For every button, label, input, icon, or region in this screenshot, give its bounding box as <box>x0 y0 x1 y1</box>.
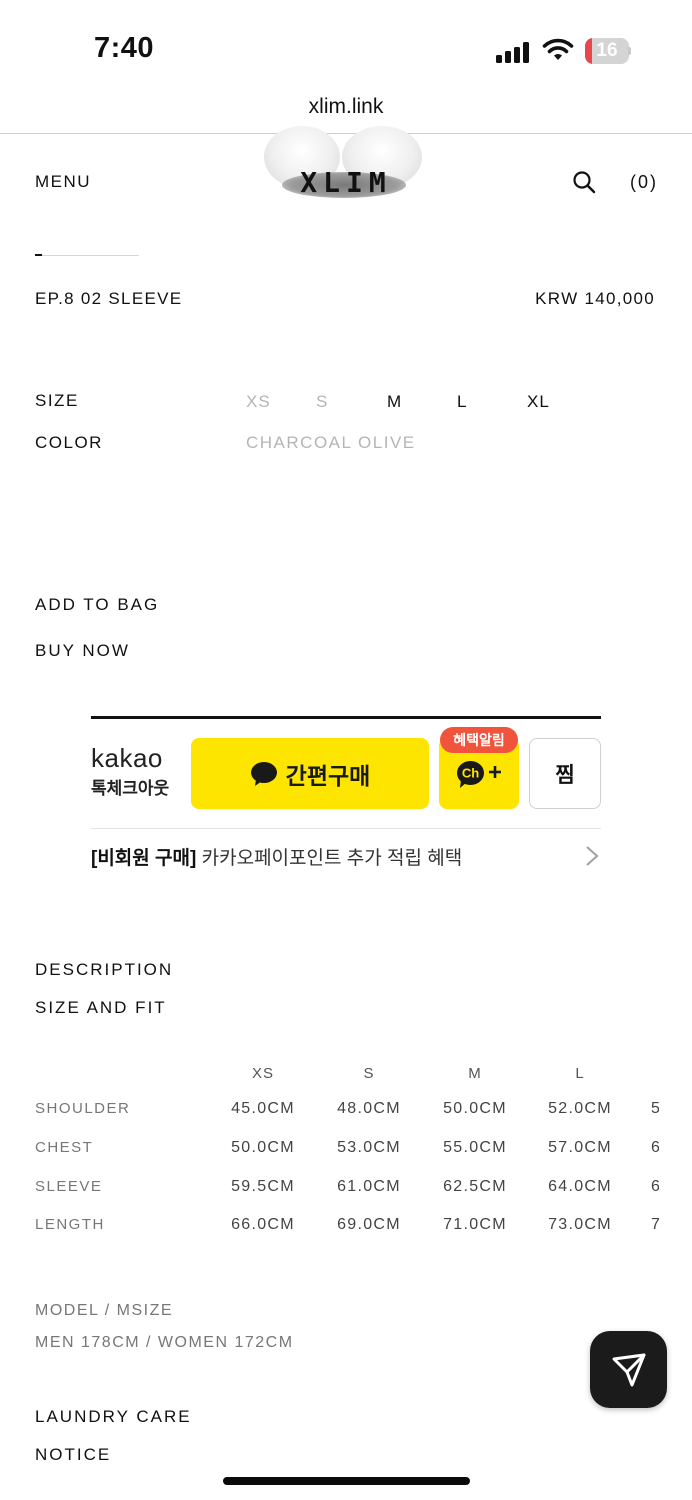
size-option-l[interactable]: L <box>457 392 467 412</box>
product-price: KRW 140,000 <box>535 289 655 308</box>
image-progress-indicator <box>35 254 42 256</box>
cart-count[interactable]: (0) <box>630 172 658 193</box>
add-to-bag-button[interactable]: ADD TO BAG <box>35 595 159 615</box>
kakao-promo-text: 카카오페이포인트 추가 적립 혜택 <box>196 848 463 869</box>
color-option[interactable]: CHARCOAL OLIVE <box>246 433 416 453</box>
table-row-label-chest: CHEST <box>35 1139 94 1156</box>
size-option-xl[interactable]: XL <box>527 392 550 412</box>
kakao-pay-label: 간편구매 <box>285 762 371 789</box>
kakao-divider-top <box>91 716 601 719</box>
image-progress-track <box>35 255 139 256</box>
table-cell-clipped: 6 <box>651 1139 659 1156</box>
table-cell: 64.0CM <box>548 1178 612 1195</box>
table-cell: 50.0CM <box>443 1100 507 1117</box>
cellular-signal-icon <box>496 41 532 63</box>
address-bar-divider <box>0 133 692 134</box>
table-cell: 66.0CM <box>231 1216 295 1233</box>
notice-toggle[interactable]: NOTICE <box>35 1445 111 1465</box>
kakao-checkout-label: 톡체크아웃 <box>91 779 170 798</box>
talk-bubble-icon <box>250 761 277 786</box>
floating-send-button[interactable] <box>590 1331 667 1408</box>
size-option-xs[interactable]: XS <box>246 392 271 412</box>
table-column-header: L <box>575 1065 585 1082</box>
kakao-promo-bold: [비회원 구매] <box>91 848 197 869</box>
table-cell: 55.0CM <box>443 1139 507 1156</box>
table-column-header: S <box>363 1065 375 1082</box>
chevron-right-icon[interactable] <box>585 845 599 867</box>
table-row-label-length: LENGTH <box>35 1216 105 1233</box>
table-cell: 45.0CM <box>231 1100 295 1117</box>
kakao-pay-button[interactable]: 간편구매 <box>191 738 429 809</box>
table-column-header: M <box>468 1065 482 1082</box>
size-option-m[interactable]: M <box>387 392 402 412</box>
table-cell: 57.0CM <box>548 1139 612 1156</box>
table-cell-clipped: 5 <box>651 1100 659 1117</box>
size-option-s[interactable]: S <box>316 392 328 412</box>
table-cell: 53.0CM <box>337 1139 401 1156</box>
wifi-icon <box>542 38 574 60</box>
benefit-alert-badge: 혜택알림 <box>440 727 518 753</box>
product-name: EP.8 02 SLEEVE <box>35 289 183 308</box>
buy-now-button[interactable]: BUY NOW <box>35 641 130 661</box>
model-size-label: MODEL / MSIZE <box>35 1302 174 1319</box>
kakao-checkout-logo: kakao 톡체크아웃 <box>91 744 169 799</box>
channel-plus-icon: Ch <box>457 761 501 788</box>
table-cell: 61.0CM <box>337 1178 401 1195</box>
table-cell: 73.0CM <box>548 1216 612 1233</box>
table-cell: 52.0CM <box>548 1100 612 1117</box>
kakao-divider <box>91 828 601 829</box>
size-and-fit-toggle[interactable]: SIZE AND FIT <box>35 998 167 1018</box>
table-cell-clipped: 7 <box>651 1216 659 1233</box>
table-column-header: XS <box>251 1065 274 1082</box>
home-indicator[interactable] <box>223 1477 470 1485</box>
table-cell: 62.5CM <box>443 1178 507 1195</box>
description-toggle[interactable]: DESCRIPTION <box>35 960 173 980</box>
table-cell-clipped: 6 <box>651 1178 659 1195</box>
kakao-brand: kakao <box>91 743 163 773</box>
size-label: SIZE <box>35 391 79 410</box>
laundry-care-toggle[interactable]: LAUNDRY CARE <box>35 1407 192 1427</box>
battery-level: 16 <box>596 40 618 61</box>
table-cell: 69.0CM <box>337 1216 401 1233</box>
kakao-zzim-button[interactable]: 찜 <box>529 738 601 809</box>
kakao-promo-link[interactable]: [비회원 구매] 카카오페이포인트 추가 적립 혜택 <box>91 843 462 870</box>
table-row-label-shoulder: SHOULDER <box>35 1100 131 1117</box>
table-cell: 48.0CM <box>337 1100 401 1117</box>
search-icon[interactable] <box>572 170 596 194</box>
address-bar-url[interactable]: xlim.link <box>0 95 692 119</box>
kakao-zzim-label: 찜 <box>555 763 575 787</box>
table-cell: 71.0CM <box>443 1216 507 1233</box>
table-cell: 50.0CM <box>231 1139 295 1156</box>
model-size-value: MEN 178CM / WOMEN 172CM <box>35 1334 294 1351</box>
color-label: COLOR <box>35 433 103 452</box>
battery-icon: 16 <box>585 38 631 64</box>
status-time: 7:40 <box>94 32 155 64</box>
svg-text:Ch: Ch <box>462 766 479 781</box>
table-cell: 59.5CM <box>231 1178 295 1195</box>
table-row-label-sleeve: SLEEVE <box>35 1178 103 1195</box>
send-icon <box>612 1353 645 1386</box>
